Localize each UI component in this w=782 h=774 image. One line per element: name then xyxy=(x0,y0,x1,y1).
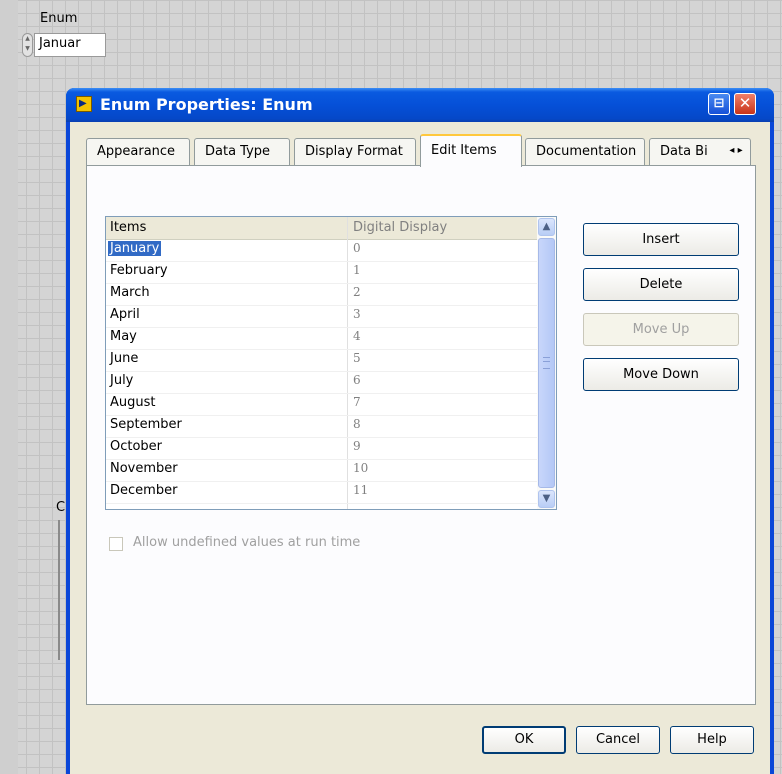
labview-vi-icon: ▶ xyxy=(76,96,92,112)
move-up-button[interactable]: Move Up xyxy=(583,313,739,346)
item-value: 5 xyxy=(353,351,361,365)
enum-spinner-icon[interactable]: ▲ ▼ xyxy=(22,33,33,57)
column-header-digital-display: Digital Display xyxy=(353,220,448,235)
table-row[interactable]: April 3 xyxy=(106,305,538,328)
item-value: 9 xyxy=(353,439,361,453)
edit-items-panel: Items Digital Display January 0 February 1… xyxy=(86,165,756,705)
insert-button[interactable]: Insert xyxy=(583,223,739,256)
item-name[interactable]: July xyxy=(110,373,133,388)
table-row[interactable]: December 11 xyxy=(106,481,538,504)
item-name[interactable]: April xyxy=(110,307,140,322)
allow-undefined-checkbox[interactable] xyxy=(109,537,123,551)
cancel-button[interactable]: Cancel xyxy=(576,726,660,754)
item-value: 8 xyxy=(353,417,361,431)
table-row[interactable]: June 5 xyxy=(106,349,538,372)
tab-edit-items[interactable]: Edit Items xyxy=(420,134,522,167)
item-value: 3 xyxy=(353,307,361,321)
items-table[interactable]: Items Digital Display January 0 February 1… xyxy=(105,216,557,510)
item-value: 6 xyxy=(353,373,361,387)
table-row[interactable]: September 8 xyxy=(106,415,538,438)
allow-undefined-label: Allow undefined values at run time xyxy=(133,535,361,550)
scroll-grip-icon xyxy=(543,357,550,369)
column-header-items: Items xyxy=(110,220,147,235)
item-value: 1 xyxy=(353,263,361,277)
scroll-up-arrow-icon[interactable]: ▲ xyxy=(538,218,555,236)
item-name[interactable]: January xyxy=(108,241,162,256)
item-value: 0 xyxy=(353,241,361,255)
canvas-left-strip xyxy=(0,0,18,774)
help-button[interactable]: Help xyxy=(670,726,754,754)
enum-value-display[interactable]: Januar xyxy=(34,33,106,57)
item-name[interactable]: December xyxy=(110,483,177,498)
table-row[interactable]: May 4 xyxy=(106,327,538,350)
item-name[interactable]: August xyxy=(110,395,156,410)
item-value: 7 xyxy=(353,395,361,409)
item-name[interactable]: November xyxy=(110,461,178,476)
close-icon[interactable]: ✕ xyxy=(734,93,756,115)
item-value: 10 xyxy=(353,461,369,475)
table-row[interactable]: February 1 xyxy=(106,261,538,284)
table-row[interactable]: August 7 xyxy=(106,393,538,416)
item-name[interactable]: February xyxy=(110,263,168,278)
background-control-frame xyxy=(58,520,66,660)
enum-control-label: Enum xyxy=(40,11,78,26)
delete-button[interactable]: Delete xyxy=(583,268,739,301)
background-control-fragment: C xyxy=(56,500,66,515)
item-name[interactable]: March xyxy=(110,285,150,300)
tab-documentation[interactable]: Documentation xyxy=(525,138,645,165)
item-value: 11 xyxy=(353,483,369,497)
item-value: 4 xyxy=(353,329,361,343)
dialog-title: Enum Properties: Enum xyxy=(100,95,313,114)
table-row[interactable]: July 6 xyxy=(106,371,538,394)
enum-control[interactable]: ▲ ▼ Januar xyxy=(22,33,106,57)
table-row[interactable]: November 10 xyxy=(106,459,538,482)
item-value: 2 xyxy=(353,285,361,299)
item-name[interactable]: June xyxy=(110,351,138,366)
table-header: Items Digital Display xyxy=(106,217,538,240)
tab-data-type[interactable]: Data Type xyxy=(194,138,290,165)
title-bar[interactable]: ▶ Enum Properties: Enum ⊟ ✕ xyxy=(66,88,774,122)
ok-button[interactable]: OK xyxy=(482,726,566,754)
item-name[interactable]: September xyxy=(110,417,182,432)
scroll-down-arrow-icon[interactable]: ▼ xyxy=(538,490,555,508)
move-down-button[interactable]: Move Down xyxy=(583,358,739,391)
items-vertical-scrollbar[interactable]: ▲ ▼ xyxy=(537,217,556,509)
dialog-client-area: Appearance Data Type Display Format Edit… xyxy=(70,122,770,774)
tab-appearance[interactable]: Appearance xyxy=(86,138,190,165)
tab-display-format[interactable]: Display Format xyxy=(294,138,416,165)
tab-scroll-arrows-icon[interactable]: ◂ ▸ xyxy=(722,144,750,158)
enum-properties-dialog: ▶ Enum Properties: Enum ⊟ ✕ Appearance D… xyxy=(66,88,774,774)
item-name[interactable]: May xyxy=(110,329,137,344)
table-row[interactable]: October 9 xyxy=(106,437,538,460)
table-row[interactable]: March 2 xyxy=(106,283,538,306)
scroll-thumb[interactable] xyxy=(538,238,555,488)
table-row[interactable]: January 0 xyxy=(106,239,538,262)
restore-icon[interactable]: ⊟ xyxy=(708,93,730,115)
item-name[interactable]: October xyxy=(110,439,162,454)
